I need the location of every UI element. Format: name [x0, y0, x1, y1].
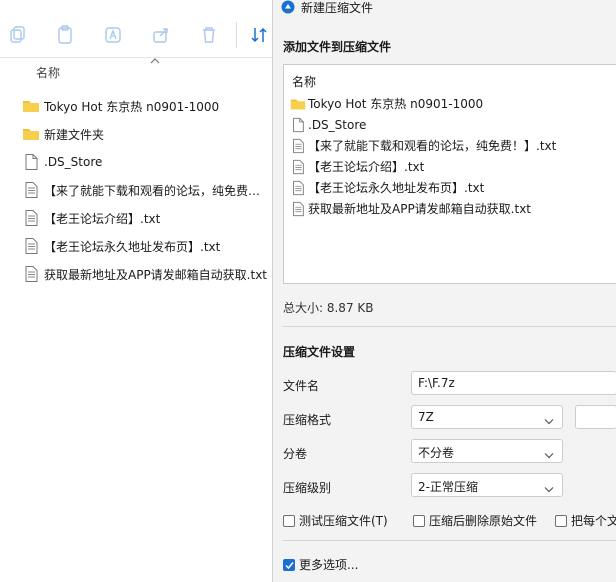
more-options-checkbox[interactable]: 更多选项... — [283, 556, 358, 573]
delete-icon[interactable] — [198, 24, 220, 46]
settings-heading: 压缩文件设置 — [283, 345, 356, 359]
format-extra-field[interactable] — [575, 405, 616, 429]
test-archive-checkbox[interactable]: 测试压缩文件(T) — [283, 512, 388, 529]
copy-icon[interactable] — [6, 24, 28, 46]
folder-icon — [22, 97, 40, 115]
list-item[interactable]: 获取最新地址及APP请发邮箱自动获取.txt — [290, 198, 616, 219]
file-name: 获取最新地址及APP请发邮箱自动获取.txt — [308, 202, 532, 216]
section-divider — [283, 540, 616, 541]
list-item[interactable]: 【老王论坛永久地址发布页】.txt — [290, 177, 616, 198]
checkbox-box[interactable] — [283, 514, 295, 527]
toolbar-separator — [236, 22, 237, 48]
archive-file-list[interactable]: 名称 Tokyo Hot 东京热 n0901-1000 .DS_Store 【来… — [283, 64, 616, 284]
each-file-label: 把每个文 — [571, 514, 616, 528]
chevron-down-icon — [544, 414, 554, 425]
list-item[interactable]: 【老王论坛永久地址发布页】.txt — [22, 232, 272, 260]
folder-icon — [290, 96, 306, 112]
filename-label: 文件名 — [283, 379, 320, 393]
chevron-down-icon — [544, 482, 554, 493]
checkbox-box[interactable] — [555, 514, 567, 527]
list-item[interactable]: 【来了就能下载和观看的论坛，纯免费！】.txt — [290, 135, 616, 156]
file-name: Tokyo Hot 东京热 n0901-1000 — [44, 99, 220, 114]
test-archive-label: 测试压缩文件(T) — [299, 514, 388, 528]
new-archive-dialog: 新建压缩文件 添加文件到压缩文件 名称 Tokyo Hot 东京热 n0901-… — [272, 0, 616, 582]
level-select[interactable]: 2-正常压缩 — [411, 473, 563, 497]
name-column-header[interactable]: 名称 — [292, 73, 316, 90]
section-divider — [283, 326, 616, 327]
format-label: 压缩格式 — [283, 413, 332, 427]
sort-caret-icon — [150, 54, 160, 64]
text-file-icon — [22, 265, 40, 283]
split-value: 不分卷 — [418, 446, 455, 460]
file-name: 【老王论坛介绍】.txt — [308, 160, 425, 174]
split-label: 分卷 — [283, 447, 308, 461]
text-file-icon — [290, 201, 306, 217]
delete-source-checkbox[interactable]: 压缩后删除原始文件 — [413, 512, 537, 529]
checkbox-box[interactable] — [413, 514, 425, 527]
format-select[interactable]: 7Z — [411, 405, 563, 429]
list-item[interactable]: 【老王论坛介绍】.txt — [290, 156, 616, 177]
sort-icon[interactable] — [248, 24, 270, 46]
file-list: Tokyo Hot 东京热 n0901-1000 新建文件夹 .DS_Store… — [22, 92, 272, 288]
list-item[interactable]: .DS_Store — [22, 148, 272, 176]
toolbar-divider — [0, 57, 272, 58]
file-icon — [290, 117, 306, 133]
text-file-icon — [290, 138, 306, 154]
file-name: Tokyo Hot 东京热 n0901-1000 — [308, 97, 484, 111]
folder-icon — [22, 125, 40, 143]
text-file-icon — [290, 159, 306, 175]
list-item[interactable]: Tokyo Hot 东京热 n0901-1000 — [22, 92, 272, 120]
file-name: 【老王论坛介绍】.txt — [44, 211, 161, 226]
split-select[interactable]: 不分卷 — [411, 439, 563, 463]
file-name: 【来了就能下载和观看的论坛，纯免费！】.txt — [44, 183, 270, 198]
app-logo-icon — [281, 0, 295, 14]
add-files-heading: 添加文件到压缩文件 — [283, 40, 392, 54]
file-name: 获取最新地址及APP请发邮箱自动获取.txt — [44, 267, 268, 282]
list-item[interactable]: 【来了就能下载和观看的论坛，纯免费！】.txt — [22, 176, 272, 204]
level-value: 2-正常压缩 — [418, 480, 478, 494]
paste-icon[interactable] — [54, 24, 76, 46]
file-name: .DS_Store — [44, 155, 103, 169]
share-icon[interactable] — [150, 24, 172, 46]
list-item[interactable]: 【老王论坛介绍】.txt — [22, 204, 272, 232]
checkbox-checked[interactable] — [283, 558, 295, 571]
file-name: 【来了就能下载和观看的论坛，纯免费！】.txt — [308, 139, 557, 153]
more-options-label: 更多选项... — [299, 558, 359, 572]
name-column-header[interactable]: 名称 — [36, 64, 60, 81]
format-value: 7Z — [418, 410, 434, 424]
text-file-icon — [290, 180, 306, 196]
list-item[interactable]: .DS_Store — [290, 114, 616, 135]
file-name: 【老王论坛永久地址发布页】.txt — [44, 239, 221, 254]
text-file-icon — [22, 209, 40, 227]
rename-icon[interactable] — [102, 24, 124, 46]
chevron-down-icon — [544, 448, 554, 459]
text-file-icon — [22, 237, 40, 255]
list-item[interactable]: Tokyo Hot 东京热 n0901-1000 — [290, 93, 616, 114]
file-icon — [22, 153, 40, 171]
explorer-toolbar — [0, 14, 272, 56]
list-item[interactable]: 获取最新地址及APP请发邮箱自动获取.txt — [22, 260, 272, 288]
file-name: 【老王论坛永久地址发布页】.txt — [308, 181, 485, 195]
dialog-title: 新建压缩文件 — [301, 1, 374, 15]
total-size: 总大小: 8.87 KB — [283, 301, 374, 315]
delete-source-label: 压缩后删除原始文件 — [429, 514, 538, 528]
archive-items: Tokyo Hot 东京热 n0901-1000 .DS_Store 【来了就能… — [290, 93, 616, 219]
level-label: 压缩级别 — [283, 481, 332, 495]
list-item[interactable]: 新建文件夹 — [22, 120, 272, 148]
file-name: .DS_Store — [308, 117, 367, 132]
filename-input[interactable]: F:\F.7z — [411, 371, 616, 395]
file-name: 新建文件夹 — [44, 127, 105, 142]
file-explorer: 名称 Tokyo Hot 东京热 n0901-1000 新建文件夹 .DS_St… — [0, 0, 272, 582]
each-file-checkbox[interactable]: 把每个文 — [555, 512, 616, 529]
dialog-title-bar[interactable]: 新建压缩文件 — [273, 0, 616, 16]
text-file-icon — [22, 181, 40, 199]
